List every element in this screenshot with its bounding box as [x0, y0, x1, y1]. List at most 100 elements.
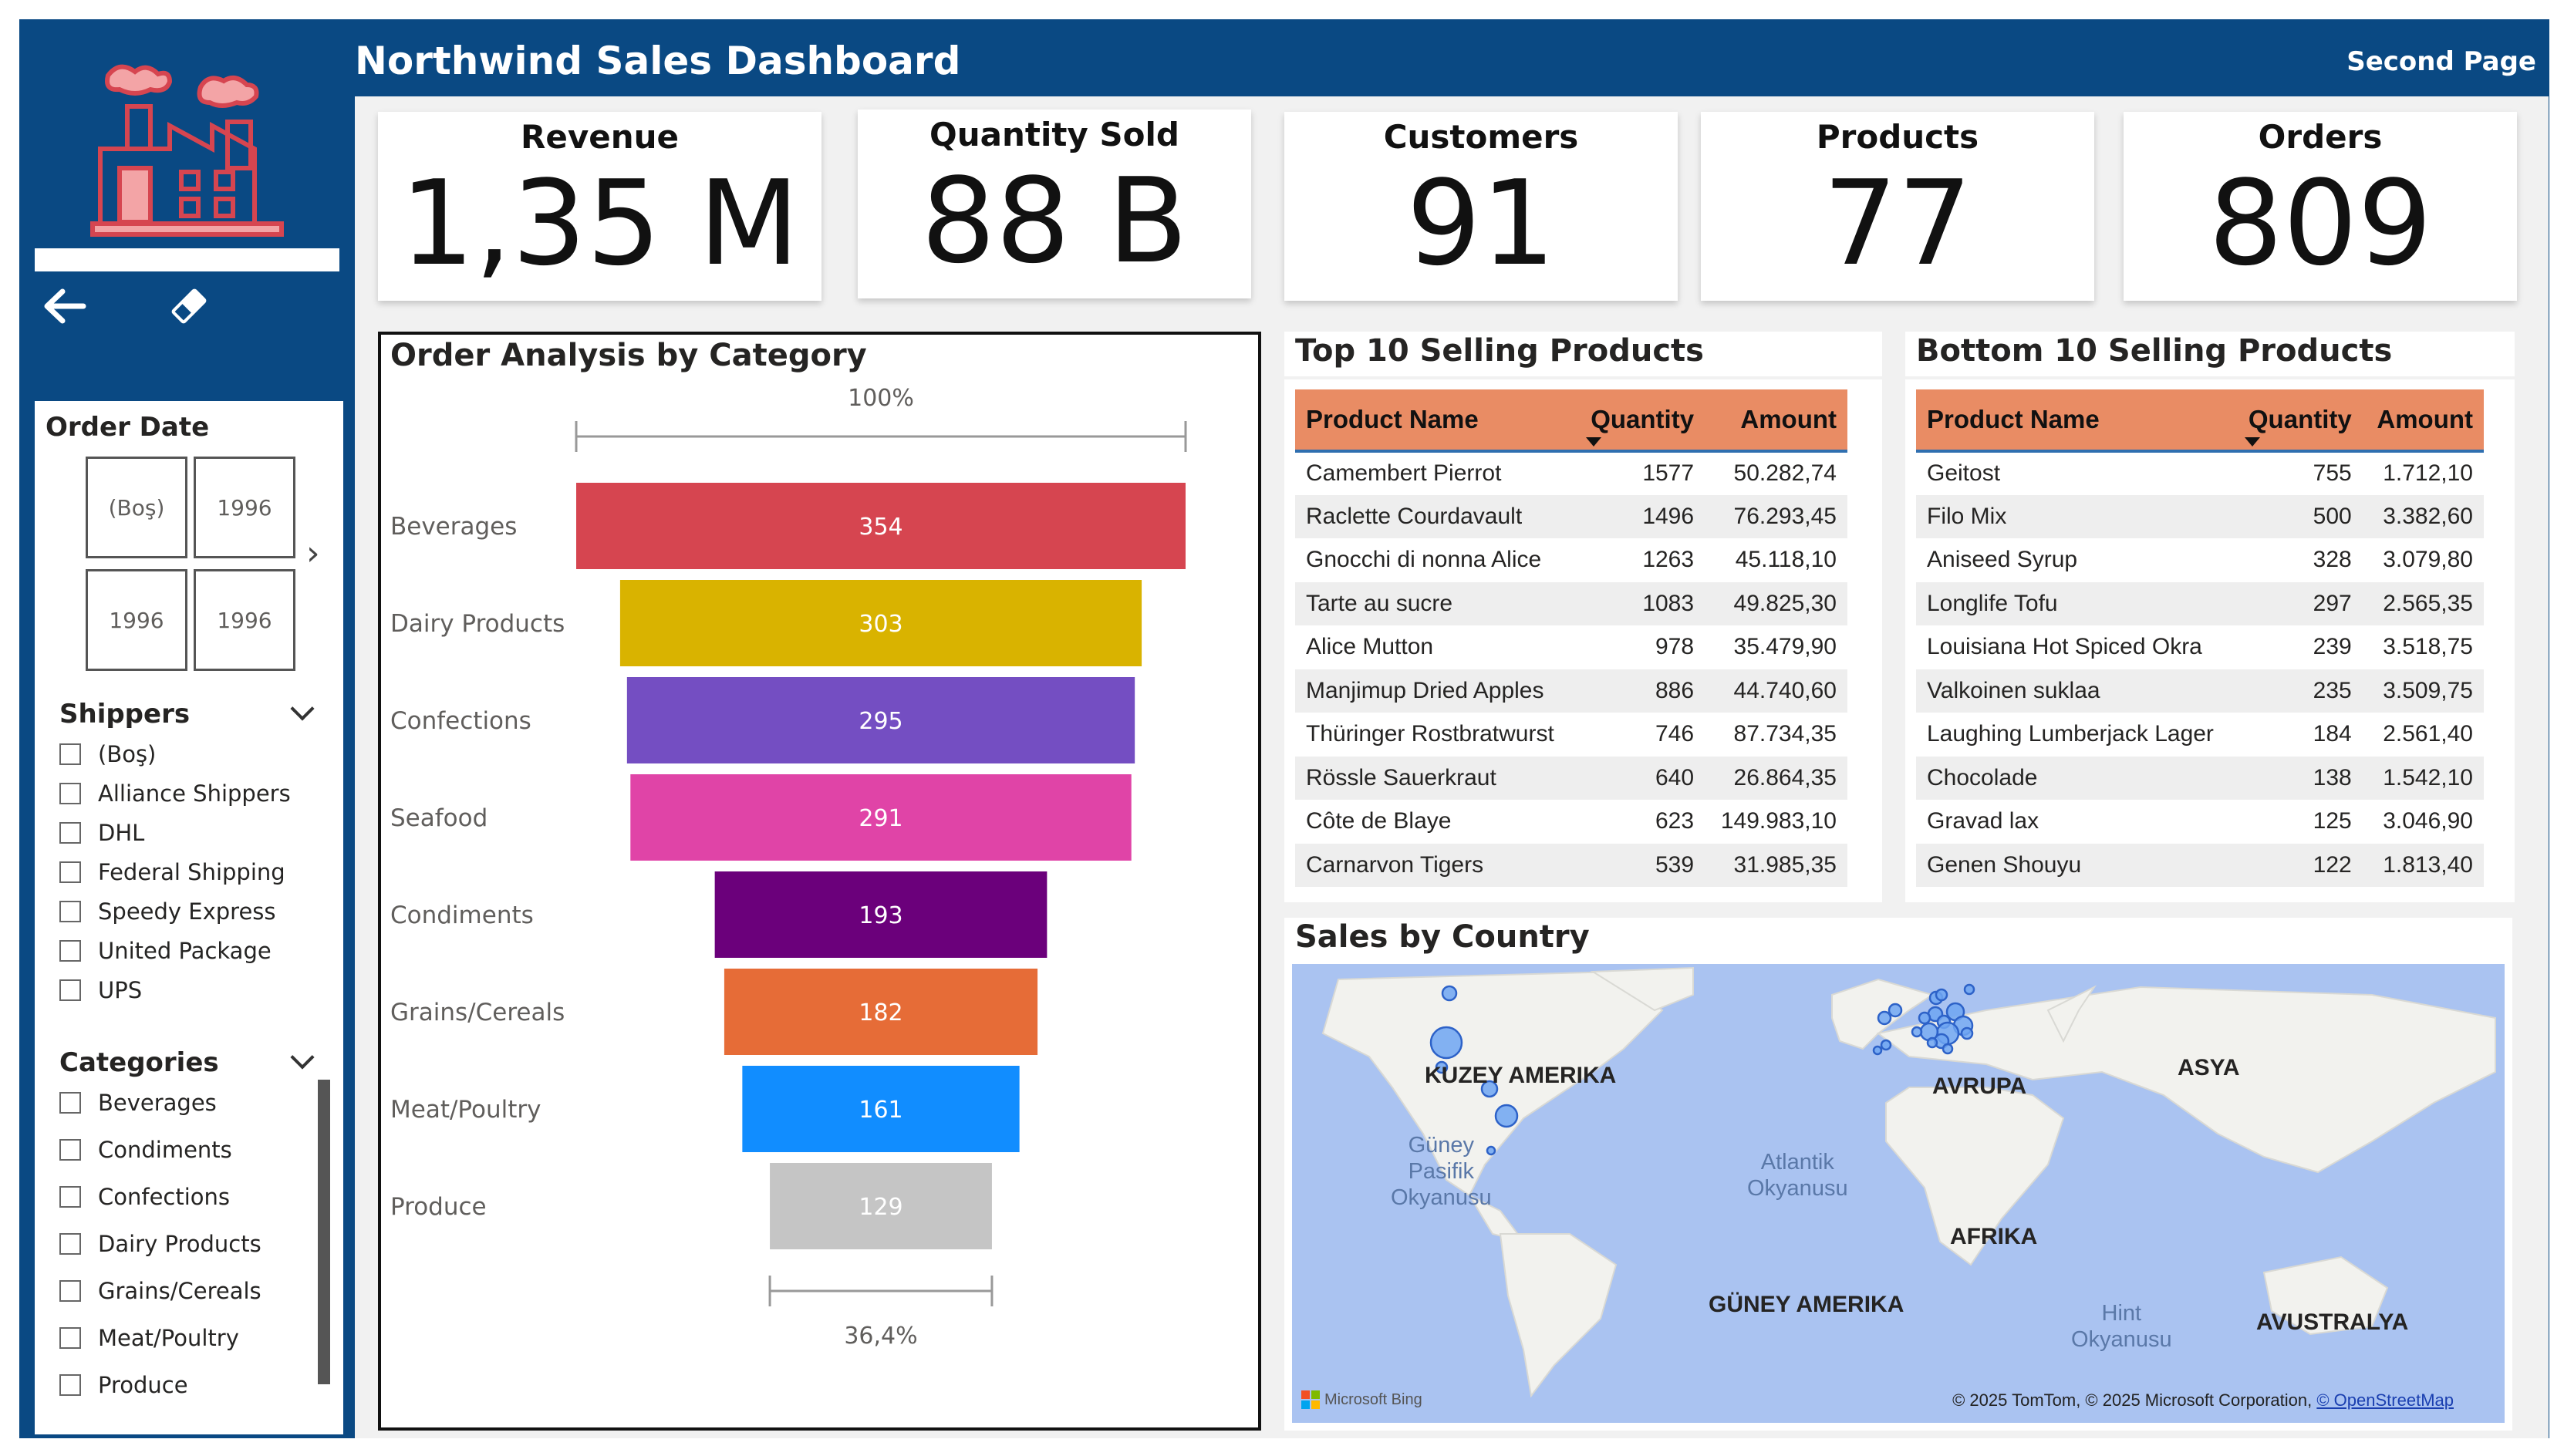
table-cell: 328	[2313, 547, 2352, 573]
kpi-label: Quantity Sold	[929, 116, 1179, 153]
table-row[interactable]: Thüringer Rostbratwurst 746 87.734,35	[1295, 713, 1847, 757]
table-row[interactable]: Chocolade 138 1.542,10	[1916, 756, 2484, 800]
column-header[interactable]: Quantity	[2234, 389, 2363, 453]
openstreetmap-link[interactable]: © OpenStreetMap	[2316, 1390, 2454, 1410]
sales-map[interactable]: KUZEY AMERIKA AVRUPA ASYA AFRIKA GÜNEY A…	[1292, 964, 2505, 1423]
checkbox[interactable]	[59, 1374, 81, 1396]
checkbox[interactable]	[59, 1092, 81, 1114]
checkbox[interactable]	[59, 979, 81, 1001]
table-cell: 623	[1655, 808, 1695, 834]
checkbox[interactable]	[59, 861, 81, 883]
column-header[interactable]: Product Name	[1295, 389, 1576, 453]
checkbox[interactable]	[59, 901, 81, 922]
table-row[interactable]: Laughing Lumberjack Lager 184 2.561,40	[1916, 713, 2484, 757]
date-tile[interactable]: (Boş)	[86, 457, 187, 558]
checkbox[interactable]	[59, 1233, 81, 1255]
funnel-category-label: Dairy Products	[390, 610, 565, 638]
kpi-card-revenue: Revenue 1,35 M	[378, 112, 821, 301]
chevron-down-icon[interactable]	[290, 696, 315, 721]
arrow-left-icon[interactable]	[37, 279, 91, 333]
table-row[interactable]: Carnarvon Tigers 539 31.985,35	[1295, 843, 1847, 887]
funnel-value-label: 303	[859, 611, 902, 638]
table-row[interactable]: Manjimup Dried Apples 886 44.740,60	[1295, 669, 1847, 713]
checkbox[interactable]	[59, 1186, 81, 1208]
kpi-label: Customers	[1383, 118, 1579, 156]
checkbox[interactable]	[59, 1327, 81, 1349]
chevron-right-icon[interactable]: ›	[306, 534, 320, 573]
checkbox[interactable]	[59, 743, 81, 765]
column-header[interactable]: Amount	[2362, 389, 2484, 453]
shipper-option[interactable]: United Package	[59, 935, 272, 966]
checkbox[interactable]	[59, 940, 81, 962]
table-cell: Aniseed Syrup	[1927, 547, 2078, 573]
table-row[interactable]: Côte de Blaye 623 149.983,10	[1295, 800, 1847, 844]
table-cell: 76.293,45	[1705, 494, 1847, 538]
kpi-value: 77	[1823, 155, 1972, 292]
table-row[interactable]: Rössle Sauerkraut 640 26.864,35	[1295, 756, 1847, 800]
funnel-value-label: 161	[859, 1097, 902, 1124]
table-cell: 3.079,80	[2383, 547, 2473, 573]
table-row[interactable]: Gnocchi di nonna Alice 1263 45.118,10	[1295, 538, 1847, 582]
table-row[interactable]: Filo Mix 500 3.382,60	[1916, 494, 2484, 538]
continent-label: AFRIKA	[1950, 1224, 2038, 1249]
chevron-down-icon[interactable]	[290, 1045, 315, 1070]
continent-label: AVUSTRALYA	[2256, 1309, 2409, 1335]
checkbox[interactable]	[59, 822, 81, 844]
funnel-category-label: Beverages	[390, 513, 517, 541]
table-cell: 3.518,75	[2383, 634, 2473, 660]
table-row[interactable]: Geitost 755 1.712,10	[1916, 451, 2484, 495]
top10-title: Top 10 Selling Products	[1295, 333, 1704, 369]
table-row[interactable]: Tarte au sucre 1083 49.825,30	[1295, 581, 1847, 625]
category-option[interactable]: Meat/Poultry	[59, 1323, 239, 1353]
shipper-option[interactable]: Speedy Express	[59, 896, 276, 927]
table-cell: 2.565,35	[2362, 581, 2484, 625]
category-option[interactable]: Beverages	[59, 1087, 217, 1118]
shipper-option[interactable]: UPS	[59, 975, 142, 1006]
checkbox[interactable]	[59, 783, 81, 804]
table-row[interactable]: Valkoinen suklaa 235 3.509,75	[1916, 669, 2484, 713]
table-row[interactable]: Louisiana Hot Spiced Okra 239 3.518,75	[1916, 625, 2484, 669]
table-row[interactable]: Raclette Courdavault 1496 76.293,45	[1295, 494, 1847, 538]
funnel-chart-card: Order Analysis by Category 100% 354 Bevera…	[378, 332, 1261, 1431]
bottom10-card: Bottom 10 Selling Products Product Name Q…	[1905, 332, 2515, 902]
date-tile[interactable]: 1996	[86, 569, 187, 671]
top10-table: Product Name Quantity Amount Camembert Pier…	[1295, 389, 1847, 887]
table-row[interactable]: Alice Mutton 978 35.479,90	[1295, 625, 1847, 669]
kpi-value: 1,35 M	[400, 155, 800, 292]
shipper-option[interactable]: (Boş)	[59, 739, 156, 770]
table-row[interactable]: Longlife Tofu 297 2.565,35	[1916, 581, 2484, 625]
checkbox[interactable]	[59, 1139, 81, 1161]
category-option[interactable]: Produce	[59, 1370, 188, 1400]
shipper-option[interactable]: DHL	[59, 817, 144, 848]
table-cell: Manjimup Dried Apples	[1295, 669, 1576, 713]
table-row[interactable]: Camembert Pierrot 1577 50.282,74	[1295, 451, 1847, 495]
category-option[interactable]: Grains/Cereals	[59, 1276, 261, 1306]
eraser-icon[interactable]	[162, 279, 216, 333]
date-tile[interactable]: 1996	[194, 457, 295, 558]
ocean-label: Atlantik Okyanusu	[1747, 1150, 1848, 1201]
column-header[interactable]: Quantity	[1575, 389, 1705, 453]
categories-title: Categories	[59, 1047, 219, 1078]
map-attribution: © 2025 TomTom, © 2025 Microsoft Corporat…	[1952, 1390, 2454, 1410]
table-cell: 297	[2234, 581, 2363, 625]
category-option[interactable]: Confections	[59, 1181, 230, 1212]
kpi-value: 809	[2208, 155, 2433, 292]
shipper-option[interactable]: Alliance Shippers	[59, 778, 291, 809]
table-row[interactable]: Aniseed Syrup 328 3.079,80	[1916, 538, 2484, 582]
column-header[interactable]: Product Name	[1916, 389, 2235, 453]
funnel-top-label: 100%	[848, 385, 914, 412]
table-row[interactable]: Genen Shouyu 122 1.813,40	[1916, 843, 2484, 887]
kpi-value: 88 B	[920, 153, 1188, 289]
table-cell: 49.825,30	[1705, 581, 1847, 625]
categories-scrollbar[interactable]	[318, 1080, 330, 1384]
table-row[interactable]: Gravad lax 125 3.046,90	[1916, 800, 2484, 844]
category-option[interactable]: Condiments	[59, 1134, 232, 1165]
date-tile[interactable]: 1996	[194, 569, 295, 671]
checkbox[interactable]	[59, 1280, 81, 1302]
kpi-label: Revenue	[521, 118, 679, 156]
shippers-title: Shippers	[59, 699, 191, 730]
second-page-link[interactable]: Second Page	[2346, 46, 2536, 77]
shipper-option[interactable]: Federal Shipping	[59, 857, 285, 888]
column-header[interactable]: Amount	[1705, 389, 1847, 453]
category-option[interactable]: Dairy Products	[59, 1228, 261, 1259]
